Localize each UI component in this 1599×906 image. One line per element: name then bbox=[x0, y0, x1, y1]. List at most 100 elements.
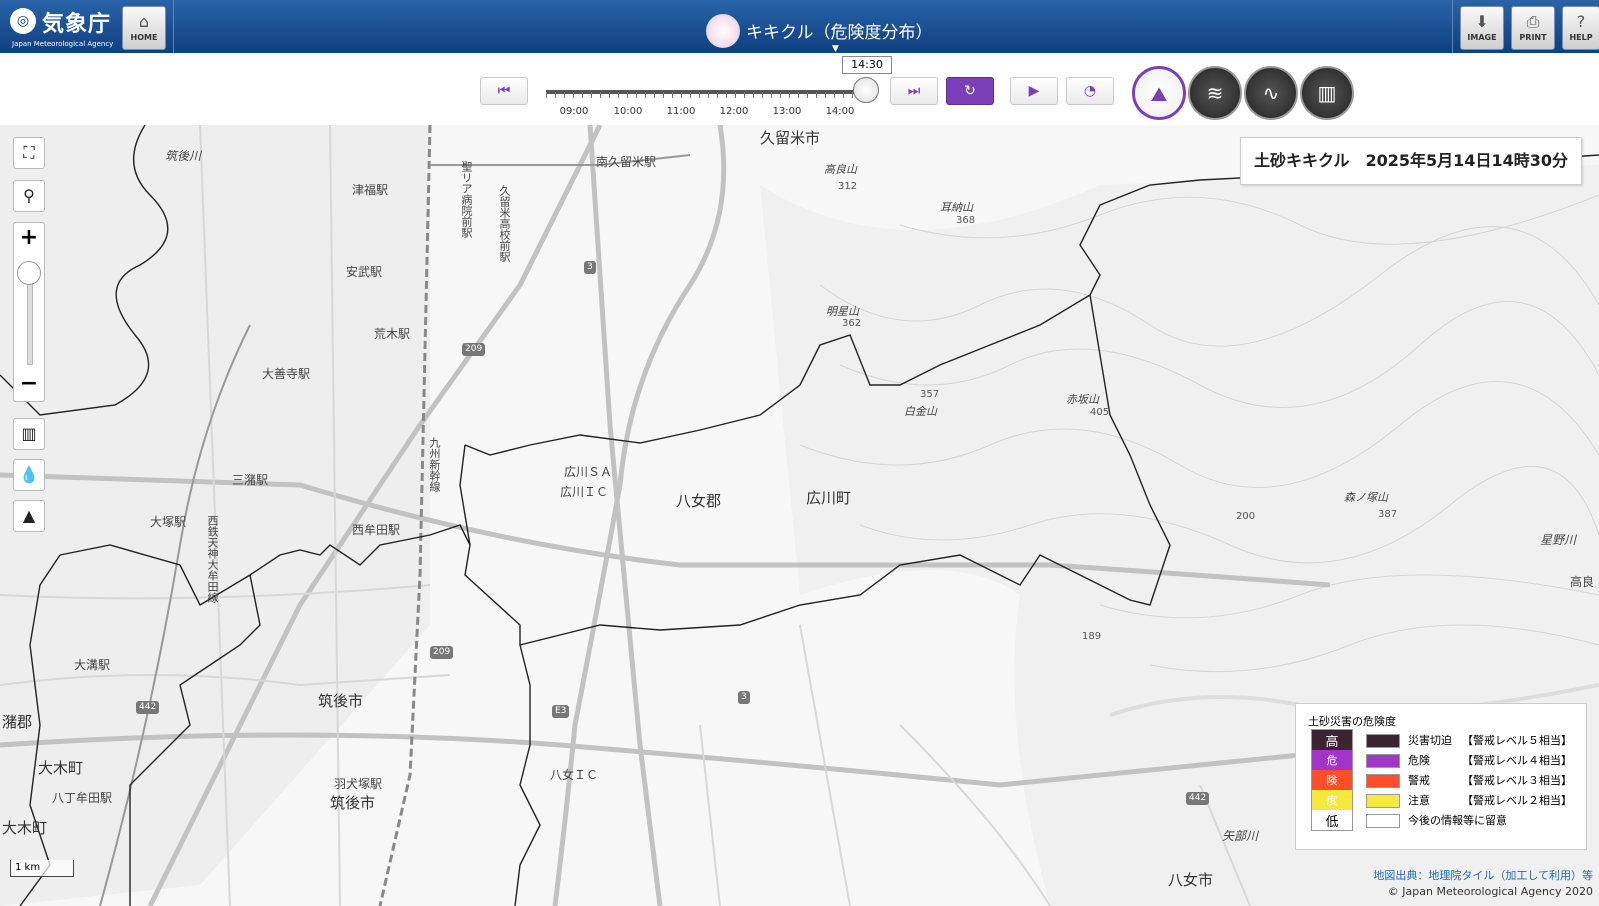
fullscreen-icon: ⛶ bbox=[23, 143, 35, 162]
play-icon: ▶ bbox=[1028, 83, 1040, 99]
latest-button[interactable]: ↻ bbox=[946, 77, 994, 105]
elevation-label: 200 bbox=[1236, 511, 1256, 522]
legend-item: 災害切迫 【警戒レベル５相当】 bbox=[1366, 733, 1572, 749]
map-label: 三潴駅 bbox=[232, 473, 269, 487]
fullscreen-button[interactable]: ⛶ bbox=[13, 137, 45, 169]
time-tick-label: 10:00 bbox=[613, 106, 643, 117]
elevation-label: 368 bbox=[956, 215, 976, 226]
help-button[interactable]: ? HELP bbox=[1562, 6, 1599, 50]
print-button[interactable]: ⎙ PRINT bbox=[1511, 6, 1555, 50]
route-shield: 209 bbox=[462, 343, 486, 356]
map-label: 広川町 bbox=[806, 489, 852, 507]
legend-scale-low: 低 bbox=[1325, 815, 1339, 830]
map-label: 大木町 bbox=[38, 759, 84, 777]
map-label: 西牟田駅 bbox=[352, 523, 401, 537]
terrain-layer-button[interactable]: ▲ bbox=[13, 500, 45, 532]
legend-scale-mid: 度 bbox=[1326, 794, 1338, 807]
time-slider-handle[interactable] bbox=[853, 77, 879, 103]
jma-emblem-icon: ◎ bbox=[10, 8, 36, 34]
route-shield: 442 bbox=[136, 701, 160, 714]
map-icon: ▥ bbox=[1317, 81, 1337, 105]
map-label: 矢部川 bbox=[1222, 829, 1259, 843]
map-label: 筑後市 bbox=[330, 794, 376, 812]
legend-item: 注意 【警戒レベル２相当】 bbox=[1366, 793, 1572, 809]
map-label: 耳納山 bbox=[940, 201, 973, 214]
refresh-icon: ↻ bbox=[964, 83, 976, 99]
map-label: 森ノ塚山 bbox=[1344, 491, 1388, 504]
time-tick-label: 11:00 bbox=[666, 106, 696, 117]
map-layer-button[interactable]: ▥ bbox=[1300, 66, 1354, 120]
basemap-button[interactable]: ▥ bbox=[13, 418, 45, 450]
map-label: 筑後川 bbox=[165, 149, 202, 163]
water-layer-button[interactable]: 💧 bbox=[13, 459, 45, 491]
map-label: 八女市 bbox=[1168, 871, 1214, 889]
home-button[interactable]: ⌂ HOME bbox=[122, 6, 166, 50]
mountain-icon: ▲ bbox=[22, 506, 36, 525]
route-shield: 3 bbox=[738, 691, 750, 704]
map-info-box: 土砂キキクル 2025年5月14日14時30分 bbox=[1240, 137, 1582, 185]
map-label: 八女ＩＣ bbox=[550, 768, 599, 782]
legend-item-label: 警戒 bbox=[1408, 774, 1430, 787]
divider bbox=[173, 0, 174, 53]
legend-item-label: 今後の情報等に留意 bbox=[1408, 814, 1507, 827]
landslide-layer-button[interactable]: ⛰ bbox=[1132, 66, 1186, 120]
time-tick-label: 12:00 bbox=[719, 106, 749, 117]
map-label: 明星山 bbox=[826, 305, 859, 318]
image-label: IMAGE bbox=[1467, 33, 1497, 42]
image-button[interactable]: ⬇ IMAGE bbox=[1460, 6, 1504, 50]
map-label: 羽犬塚駅 bbox=[334, 777, 383, 791]
river-icon: ∿ bbox=[1262, 81, 1280, 105]
map-label: 八女郡 bbox=[676, 492, 722, 510]
elevation-label: 189 bbox=[1082, 631, 1102, 642]
zoom-in-button[interactable]: + bbox=[14, 225, 44, 250]
agency-name-en: Japan Meteorological Agency bbox=[12, 40, 114, 48]
skip-start-icon: ⏮ bbox=[497, 83, 511, 99]
map-label: 大善寺駅 bbox=[262, 367, 311, 381]
map-label: 聖リア病院前駅 bbox=[460, 161, 473, 238]
zoom-out-button[interactable]: − bbox=[14, 371, 44, 396]
legend-swatch bbox=[1366, 774, 1400, 788]
map-label: 広川ＳＡ bbox=[564, 465, 613, 479]
map-label: 西鉄天神大牟田線 bbox=[206, 515, 219, 603]
route-shield: 442 bbox=[1186, 792, 1210, 805]
print-label: PRINT bbox=[1519, 33, 1547, 42]
elevation-label: 357 bbox=[920, 389, 940, 400]
skip-end-icon: ⏭ bbox=[907, 83, 921, 99]
home-label: HOME bbox=[130, 33, 158, 42]
legend-swatch bbox=[1366, 734, 1400, 748]
first-frame-button[interactable]: ⏮ bbox=[480, 77, 528, 105]
legend-scale-mid: 険 bbox=[1326, 774, 1338, 787]
speed-button[interactable]: ◔ bbox=[1066, 77, 1114, 105]
location-button[interactable]: ⚲ bbox=[13, 180, 45, 212]
flood-layer-button[interactable]: ∿ bbox=[1244, 66, 1298, 120]
legend-item-level: 【警戒レベル５相当】 bbox=[1462, 734, 1572, 747]
map-label: 安武駅 bbox=[346, 265, 383, 279]
location-pin-icon: ⚲ bbox=[23, 186, 35, 205]
map-label: 八丁牟田駅 bbox=[52, 791, 113, 805]
map-credit-link[interactable]: 地図出典：地理院タイル（加工して利用）等 bbox=[1373, 867, 1593, 883]
play-button[interactable]: ▶ bbox=[1010, 77, 1058, 105]
time-tick-label: 09:00 bbox=[559, 106, 589, 117]
route-shield: 3 bbox=[584, 261, 596, 274]
legend-swatch bbox=[1366, 814, 1400, 828]
landslide-icon: ⛰ bbox=[1150, 82, 1168, 106]
help-icon: ? bbox=[1576, 12, 1586, 31]
map-label: 大塚駅 bbox=[150, 515, 187, 529]
legend-scale-high: 高 bbox=[1325, 735, 1339, 750]
page-title-text: キキクル（危険度分布） bbox=[746, 23, 933, 43]
map-icon: ▥ bbox=[21, 424, 37, 443]
legend-title: 土砂災害の危険度 bbox=[1308, 715, 1396, 728]
last-frame-button[interactable]: ⏭ bbox=[890, 77, 938, 105]
map-label: 高良山 bbox=[824, 163, 857, 176]
map-label: 広川ＩＣ bbox=[560, 485, 609, 499]
current-time-label: 14:30 bbox=[842, 56, 892, 74]
time-slider-ticks bbox=[546, 92, 868, 98]
time-controls: ⏮ 14:30 09:00 10:00 11:00 12:00 13:00 14… bbox=[0, 53, 1599, 126]
legend-item-level: 【警戒レベル２相当】 bbox=[1462, 794, 1572, 807]
inundation-layer-button[interactable]: ≋ bbox=[1188, 66, 1242, 120]
zoom-slider-handle[interactable] bbox=[17, 261, 41, 285]
map-canvas[interactable]: 久留米市 南久留米駅 津福駅 安武駅 荒木駅 大善寺駅 三潴駅 大塚駅 西牟田駅… bbox=[0, 125, 1599, 906]
map-label: 大木町 bbox=[2, 819, 48, 837]
scale-bar: 1 km bbox=[10, 860, 74, 877]
legend-swatch bbox=[1366, 794, 1400, 808]
